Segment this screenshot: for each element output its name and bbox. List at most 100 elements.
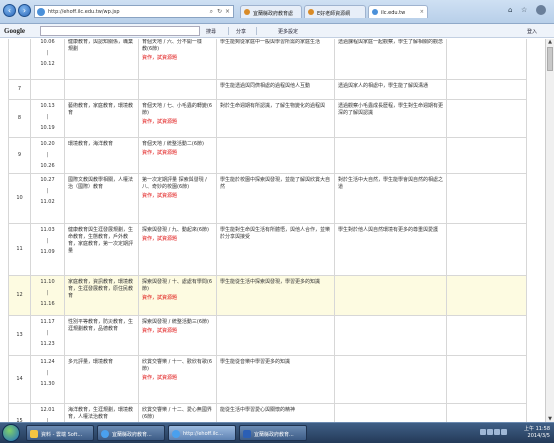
topic-text: 健康教育與生涯發展規劃，生命教育，生態教育，戶外教育，家庭教育，第一次定期評量 <box>68 227 134 254</box>
goal-cell: 能從生活中學習愛心與關懷的精神 <box>216 403 335 422</box>
refresh-icon[interactable]: ↻ <box>217 8 222 15</box>
taskbar-item-browser-1[interactable]: 宜蘭縣政府教育... <box>97 425 165 441</box>
date-cell: 10.27 | 11.02 <box>30 173 65 224</box>
back-button[interactable]: ‹ <box>3 4 16 17</box>
system-tray-icons[interactable] <box>480 429 510 437</box>
address-bar[interactable]: http://ehoff.ilc.edu.tw/wp.jsp ⌕ ↻ × <box>34 5 234 18</box>
week-number-cell <box>8 39 31 80</box>
date-cell: 11.10 | 11.16 <box>30 275 65 316</box>
taskbar-item-browser-2[interactable]: http://ehoff.ilc... <box>168 425 236 441</box>
week-number: 10 <box>16 195 23 201</box>
table-row: 10.06 | 10.12 健康教育，與認知關係，職業規劃 育個天地 / 六、分不開一樣… <box>8 39 527 80</box>
tab-ilc[interactable]: ilc.edu.tw × <box>368 5 428 18</box>
stop-icon[interactable]: × <box>225 8 230 15</box>
taskbar-item-explorer[interactable]: 資料 - 雲端 Soft... <box>26 425 94 441</box>
goal-cell <box>216 315 335 356</box>
clock[interactable]: 上午 11:58 2014/3/5 <box>524 426 550 440</box>
week-number: 8 <box>17 115 22 121</box>
toolbar-divider <box>228 27 229 35</box>
table-row: 9 10.20 | 10.26 環境教育，海洋教育 育個天地 / 統整活動二(6節) 資作，… <box>8 137 527 174</box>
date-cell: 12.01|12.07 <box>30 403 65 422</box>
login-button[interactable]: 登入 <box>527 28 537 35</box>
topic-text: 環境教育，海洋教育 <box>68 141 114 147</box>
date-cell <box>30 79 65 100</box>
clock-date: 2014/3/5 <box>527 433 550 439</box>
outcome-cell: 透過觀察小毛蟲成長歷程，學生對生命週期有更深的了解與認識 <box>334 99 447 138</box>
date-separator: | <box>46 238 49 244</box>
date-to: 10.19 <box>40 125 55 131</box>
date-separator: | <box>46 370 49 376</box>
tab-teacher-resources[interactable]: E好老師資源網 <box>304 5 366 18</box>
unit-cell: 探索與發現 / 九、動起來(6節) 資作，試資源題 <box>138 223 217 276</box>
home-icon[interactable]: ⌂ <box>508 6 512 14</box>
date-cell: 11.24 | 11.30 <box>30 355 65 404</box>
note-cell <box>446 137 527 174</box>
topic-cell: 環境教育，海洋教育 <box>64 137 139 174</box>
assessment-tag: 資作，試資源題 <box>142 328 178 334</box>
outcome-text: 對於生活中大自然，學生能學會與自然的相處之道 <box>338 177 444 190</box>
week-number-cell: 7 <box>8 79 31 100</box>
tab-favicon-icon <box>372 9 378 15</box>
date-separator: | <box>46 290 49 296</box>
assessment-tag: 資作，試資源題 <box>142 295 178 301</box>
topic-cell <box>64 79 139 100</box>
date-cell: 11.03 | 11.09 <box>30 223 65 276</box>
assessment-tag: 資作，試資源題 <box>142 55 178 61</box>
week-number: 13 <box>16 332 23 338</box>
goal-cell: 學生能於校園中探索與發現，並能了解與欣賞大自然 <box>216 173 335 224</box>
topic-cell: 健康教育與生涯發展規劃，生命教育，生態教育，戶外教育，家庭教育，第一次定期評量 <box>64 223 139 276</box>
unit-cell: 育個天地 / 七、小毛蟲的轉變(6節) 資作，試資源題 <box>138 99 217 138</box>
ie-icon <box>101 430 109 438</box>
search-icon[interactable]: ⌕ <box>210 8 213 16</box>
note-cell <box>446 79 527 100</box>
date-to: 10.12 <box>40 61 55 67</box>
gear-icon[interactable] <box>536 5 546 15</box>
week-number-cell: 9 <box>8 137 31 174</box>
google-search-input[interactable] <box>40 26 200 36</box>
start-button[interactable] <box>2 424 20 442</box>
date-to: 11.16 <box>40 301 55 307</box>
outcome-cell <box>334 403 447 422</box>
table-row: 14 11.24 | 11.30 多元評量，環境教育 欣賞交響樂 / 十一、歡欣有歌(6節… <box>8 355 527 404</box>
date-cell: 10.06 | 10.12 <box>30 39 65 80</box>
forward-button[interactable]: › <box>18 4 31 17</box>
tab-education-dept[interactable]: 宜蘭縣政府教育處 <box>240 5 302 18</box>
tab-close-icon[interactable]: × <box>420 9 424 15</box>
folder-icon <box>30 430 38 438</box>
topic-cell: 健康教育，與認知關係，職業規劃 <box>64 39 139 80</box>
date-from: 12.01 <box>40 407 55 413</box>
assessment-tag: 資作，試資源題 <box>142 119 178 125</box>
search-button[interactable]: 搜尋 <box>206 28 216 35</box>
note-cell <box>446 275 527 316</box>
tab-label: 宜蘭縣政府教育處 <box>253 11 294 17</box>
goal-text: 學生能透過與同儕相處的過程與他人互動 <box>220 83 311 89</box>
windows-taskbar: 資料 - 雲端 Soft... 宜蘭縣政府教育... http://ehoff.… <box>0 422 554 443</box>
outcome-cell <box>334 275 447 316</box>
unit-text: 育個天地 / 六、分不開一樣 <box>142 39 202 45</box>
unit-text-2: 教(6節) <box>142 46 160 52</box>
topic-cell: 多元評量，環境教育 <box>64 355 139 404</box>
favorites-star-icon[interactable]: ☆ <box>521 6 527 14</box>
goal-text: 學生能從音樂中學習更多的知識 <box>220 359 291 365</box>
outcome-cell <box>334 355 447 404</box>
note-cell <box>446 39 527 80</box>
unit-text: 欣賞交響樂 / 十一、歡欣有歌(6節) <box>142 359 212 372</box>
goal-text: 學生能從生活中探索與發現，學習更多的知識 <box>220 279 321 285</box>
taskbar-item-label: 宜蘭縣政府教育... <box>112 432 152 438</box>
week-number-cell: 13 <box>8 315 31 356</box>
taskbar-item-word[interactable]: 宜蘭縣政府教育... <box>239 425 307 441</box>
week-number-cell: 12 <box>8 275 31 316</box>
scroll-up-icon[interactable]: ▲ <box>547 39 553 45</box>
unit-text: 探索與發現 / 九、動起來(6節) <box>142 227 209 233</box>
vertical-scrollbar[interactable]: ▲ ▼ <box>545 39 554 422</box>
word-icon <box>243 430 251 438</box>
scroll-thumb[interactable] <box>547 47 553 71</box>
more-settings-button[interactable]: 更多設定 <box>278 28 298 35</box>
date-separator: | <box>46 152 49 158</box>
taskbar-item-label: http://ehoff.ilc... <box>183 431 223 437</box>
date-cell: 10.13 | 10.19 <box>30 99 65 138</box>
date-from: 10.20 <box>40 141 55 147</box>
share-button[interactable]: 分享 <box>236 28 246 35</box>
taskbar-item-label: 宜蘭縣政府教育... <box>254 432 294 438</box>
topic-text: 健康教育，與認知關係，職業規劃 <box>68 39 134 52</box>
